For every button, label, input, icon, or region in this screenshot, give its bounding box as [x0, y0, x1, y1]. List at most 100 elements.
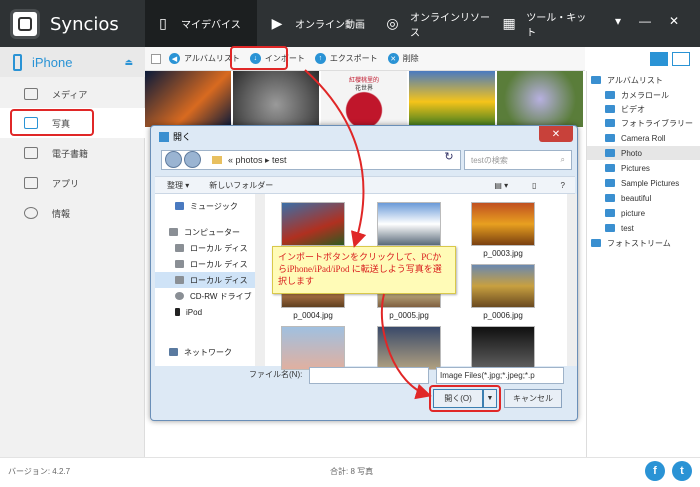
organize-button[interactable]: 整理 ▾: [167, 180, 189, 191]
album-item[interactable]: カメラロール: [605, 88, 669, 102]
photo-thumbnail[interactable]: [497, 71, 583, 127]
preview-pane-icon[interactable]: ▯: [532, 181, 536, 190]
album-item-selected[interactable]: Photo: [587, 146, 700, 160]
album-item[interactable]: Camera Roll: [605, 131, 665, 145]
trash-icon: ✕: [387, 53, 399, 64]
eject-icon[interactable]: ⏏: [124, 57, 133, 68]
select-all-checkbox[interactable]: [151, 53, 161, 64]
forward-icon[interactable]: [184, 151, 201, 168]
folder-icon: [605, 179, 615, 187]
photo-thumbnail[interactable]: [409, 71, 495, 127]
cd-icon: [175, 292, 184, 300]
sidebar-item-info[interactable]: 情報: [0, 198, 145, 228]
sidebar-item-apps[interactable]: アプリ: [0, 168, 145, 198]
album-item[interactable]: フォトライブラリー: [605, 116, 693, 130]
disk-icon: [175, 260, 184, 268]
app-title: Syncios: [50, 14, 119, 35]
grid-scrollbar[interactable]: [567, 194, 577, 366]
photos-highlight-ring: [10, 109, 94, 136]
tree-item-ipod[interactable]: iPod: [155, 304, 259, 320]
disk-icon: [175, 276, 184, 284]
facebook-icon[interactable]: f: [645, 461, 665, 481]
menu-icon[interactable]: ▾: [615, 14, 621, 28]
cancel-button[interactable]: キャンセル: [504, 389, 562, 408]
search-icon: ⌕: [560, 155, 565, 164]
nav-my-device[interactable]: ▯ マイデバイス: [145, 0, 257, 47]
tree-item-cd-drive[interactable]: CD-RW ドライブ: [155, 288, 259, 304]
tree-scrollbar[interactable]: [255, 194, 265, 366]
filetype-select[interactable]: Image Files(*.jpg;*.jpeg;*.p: [436, 367, 564, 384]
album-item[interactable]: picture: [605, 206, 645, 220]
album-item[interactable]: test: [605, 221, 634, 235]
computer-icon: [169, 228, 178, 236]
tree-item-local-disk-selected[interactable]: ローカル ディス: [155, 272, 259, 288]
device-header[interactable]: iPhone ⏏: [0, 47, 145, 77]
file-thumbnail[interactable]: [471, 264, 535, 308]
file-thumbnail[interactable]: [471, 326, 535, 370]
apps-icon: [24, 177, 38, 189]
export-button[interactable]: ↑ エクスポート: [314, 53, 378, 64]
photo-toolbar: ◀ アルバムリスト ↓ インポート ↑ エクスポート ✕ 削除: [145, 47, 585, 71]
file-name: p_0005.jpg: [389, 311, 429, 320]
photo-thumbnail[interactable]: 紅櫻桃里的 花世界: [321, 71, 407, 127]
media-icon: [24, 88, 38, 100]
file-name: p_0004.jpg: [293, 311, 333, 320]
address-bar[interactable]: « photos ▸ test: [161, 150, 461, 170]
tree-item-local-disk[interactable]: ローカル ディス: [155, 240, 259, 256]
photo-thumbnail[interactable]: [233, 71, 319, 127]
globe-icon: ◎: [386, 15, 399, 31]
nav-online-video[interactable]: ▶ オンライン動画: [267, 0, 379, 47]
dialog-close-button[interactable]: ✕: [539, 126, 573, 142]
dialog-title: 開く: [159, 130, 191, 143]
back-icon[interactable]: [165, 151, 182, 168]
view-toggle: [650, 52, 690, 66]
tree-item-network[interactable]: ネットワーク: [155, 344, 259, 360]
album-item[interactable]: beautiful: [605, 191, 651, 205]
minimize-icon[interactable]: —: [639, 14, 651, 28]
window-controls: ▾ — ✕: [615, 14, 679, 28]
file-thumbnail[interactable]: [471, 202, 535, 246]
sidebar-item-ebooks[interactable]: 電子書籍: [0, 138, 145, 168]
search-input[interactable]: testの検索 ⌕: [464, 150, 572, 170]
photostream-header[interactable]: フォトストリーム: [591, 236, 671, 250]
export-icon: ↑: [314, 53, 326, 64]
close-icon[interactable]: ✕: [669, 14, 679, 28]
tree-item-computer[interactable]: コンピューター: [155, 224, 259, 240]
help-icon[interactable]: ?: [561, 181, 565, 190]
folder-icon: [605, 149, 615, 157]
refresh-icon[interactable]: ↻: [439, 150, 459, 170]
photo-thumbnail[interactable]: [145, 71, 231, 127]
book-icon: [24, 147, 38, 159]
instruction-callout: インポートボタンをクリックして、PCからiPhone/iPad/iPod に転送…: [272, 246, 456, 294]
folder-icon: [605, 134, 615, 142]
album-list-header[interactable]: アルバムリスト: [591, 73, 663, 87]
list-view-icon[interactable]: [650, 52, 668, 66]
file-thumbnail[interactable]: [377, 202, 441, 246]
nav-toolkit[interactable]: ▦ ツール・キット: [500, 0, 590, 47]
folder-icon: [605, 224, 615, 232]
file-name: p_0006.jpg: [483, 311, 523, 320]
delete-button[interactable]: ✕ 削除: [387, 53, 419, 64]
album-item[interactable]: Sample Pictures: [605, 176, 679, 190]
folder-icon: [212, 156, 222, 164]
album-item[interactable]: Pictures: [605, 161, 650, 175]
folder-icon: [605, 209, 615, 217]
music-icon: [175, 202, 184, 210]
twitter-icon[interactable]: t: [672, 461, 692, 481]
camera-icon: [605, 91, 615, 99]
filename-input[interactable]: [309, 367, 429, 384]
tree-item-local-disk[interactable]: ローカル ディス: [155, 256, 259, 272]
nav-online-resources[interactable]: ◎ オンラインリソース: [383, 0, 495, 47]
new-folder-button[interactable]: 新しいフォルダー: [209, 180, 273, 191]
view-options-icon[interactable]: ▤ ▾: [494, 181, 508, 190]
file-thumbnail[interactable]: [281, 326, 345, 370]
phone-icon: ▯: [159, 15, 167, 31]
network-icon: [169, 348, 178, 356]
file-thumbnail[interactable]: [281, 202, 345, 246]
grid-view-icon[interactable]: [672, 52, 690, 66]
album-item[interactable]: ビデオ: [605, 102, 645, 116]
sidebar-item-media[interactable]: メディア: [0, 79, 145, 109]
photostream-icon: [591, 239, 601, 247]
tree-item-music[interactable]: ミュージック: [155, 198, 259, 214]
file-thumbnail[interactable]: [377, 326, 441, 370]
